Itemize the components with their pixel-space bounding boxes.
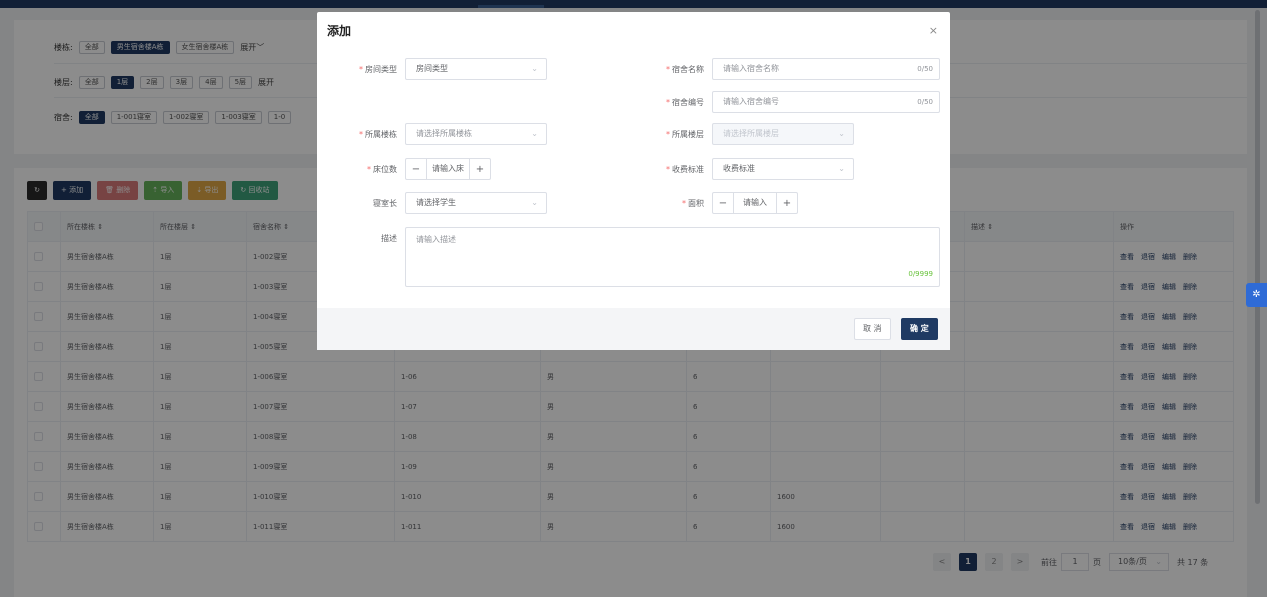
leader-select[interactable]: 请选择学生 ⌄ — [405, 192, 547, 214]
building-item: * 所属楼栋 请选择所属楼栋 ⌄ — [323, 123, 547, 145]
chevron-down-icon: ⌄ — [531, 129, 538, 138]
beds-label: 床位数 — [373, 164, 397, 174]
floor-item: * 所属楼层 请选择所属楼层 ⌄ — [630, 123, 854, 145]
description-count: 0/9999 — [908, 270, 933, 278]
room-name-item: * 宿舍名称 请输入宿舍名称 0/50 — [630, 58, 940, 80]
beds-input[interactable]: 请输入床 — [426, 159, 470, 179]
room-name-count: 0/50 — [917, 65, 933, 73]
room-name-input[interactable]: 请输入宿舍名称 0/50 — [712, 58, 940, 80]
leader-label: 寝室长 — [373, 198, 397, 208]
fee-select[interactable]: 收费标准 ⌄ — [712, 158, 854, 180]
area-input[interactable]: 请输入 — [733, 193, 777, 213]
room-type-item: * 房间类型 房间类型 ⌄ — [323, 58, 547, 80]
plus-icon[interactable]: + — [777, 198, 797, 209]
room-no-count: 0/50 — [917, 98, 933, 106]
room-type-select[interactable]: 房间类型 ⌄ — [405, 58, 547, 80]
area-stepper: − 请输入 + — [712, 192, 798, 214]
building-select[interactable]: 请选择所属楼栋 ⌄ — [405, 123, 547, 145]
fee-item: * 收费标准 收费标准 ⌄ — [630, 158, 854, 180]
desc-label: 描述 — [381, 233, 397, 243]
dialog-footer: 取 消 确 定 — [317, 308, 950, 350]
add-dialog: 添加 × * 房间类型 房间类型 ⌄ * 宿舍名称 请输入宿舍名称 0/50 * 宿舍编号… — [317, 12, 950, 350]
chevron-down-icon: ⌄ — [531, 198, 538, 207]
room-no-item: * 宿舍编号 请输入宿舍编号 0/50 — [630, 91, 940, 113]
floor-select: 请选择所属楼层 ⌄ — [712, 123, 854, 145]
settings-side-button[interactable]: ✲ — [1246, 283, 1267, 307]
confirm-button[interactable]: 确 定 — [901, 318, 938, 340]
fee-label: 收费标准 — [672, 164, 704, 174]
chevron-down-icon: ⌄ — [838, 129, 845, 138]
minus-icon[interactable]: − — [406, 164, 426, 175]
desc-item: 描述 — [323, 227, 405, 249]
building-label: 所属楼栋 — [365, 129, 397, 139]
room-name-label: 宿舍名称 — [672, 64, 704, 74]
leader-item: 寝室长 请选择学生 ⌄ — [323, 192, 547, 214]
chevron-down-icon: ⌄ — [531, 64, 538, 73]
room-no-input[interactable]: 请输入宿舍编号 0/50 — [712, 91, 940, 113]
chevron-down-icon: ⌄ — [838, 164, 845, 173]
beds-item: * 床位数 − 请输入床 + — [323, 158, 491, 180]
area-item: * 面积 − 请输入 + — [630, 192, 798, 214]
area-label: 面积 — [688, 198, 704, 208]
cancel-button[interactable]: 取 消 — [854, 318, 891, 340]
beds-stepper: − 请输入床 + — [405, 158, 491, 180]
gear-icon: ✲ — [1252, 289, 1261, 300]
floor-label: 所属楼层 — [672, 129, 704, 139]
dialog-title: 添加 — [327, 24, 352, 38]
room-no-label: 宿舍编号 — [672, 97, 704, 107]
room-type-label: 房间类型 — [365, 64, 397, 74]
close-icon[interactable]: × — [929, 24, 938, 37]
plus-icon[interactable]: + — [470, 164, 490, 175]
description-textarea[interactable]: 请输入描述 0/9999 — [405, 227, 940, 287]
minus-icon[interactable]: − — [713, 198, 733, 209]
